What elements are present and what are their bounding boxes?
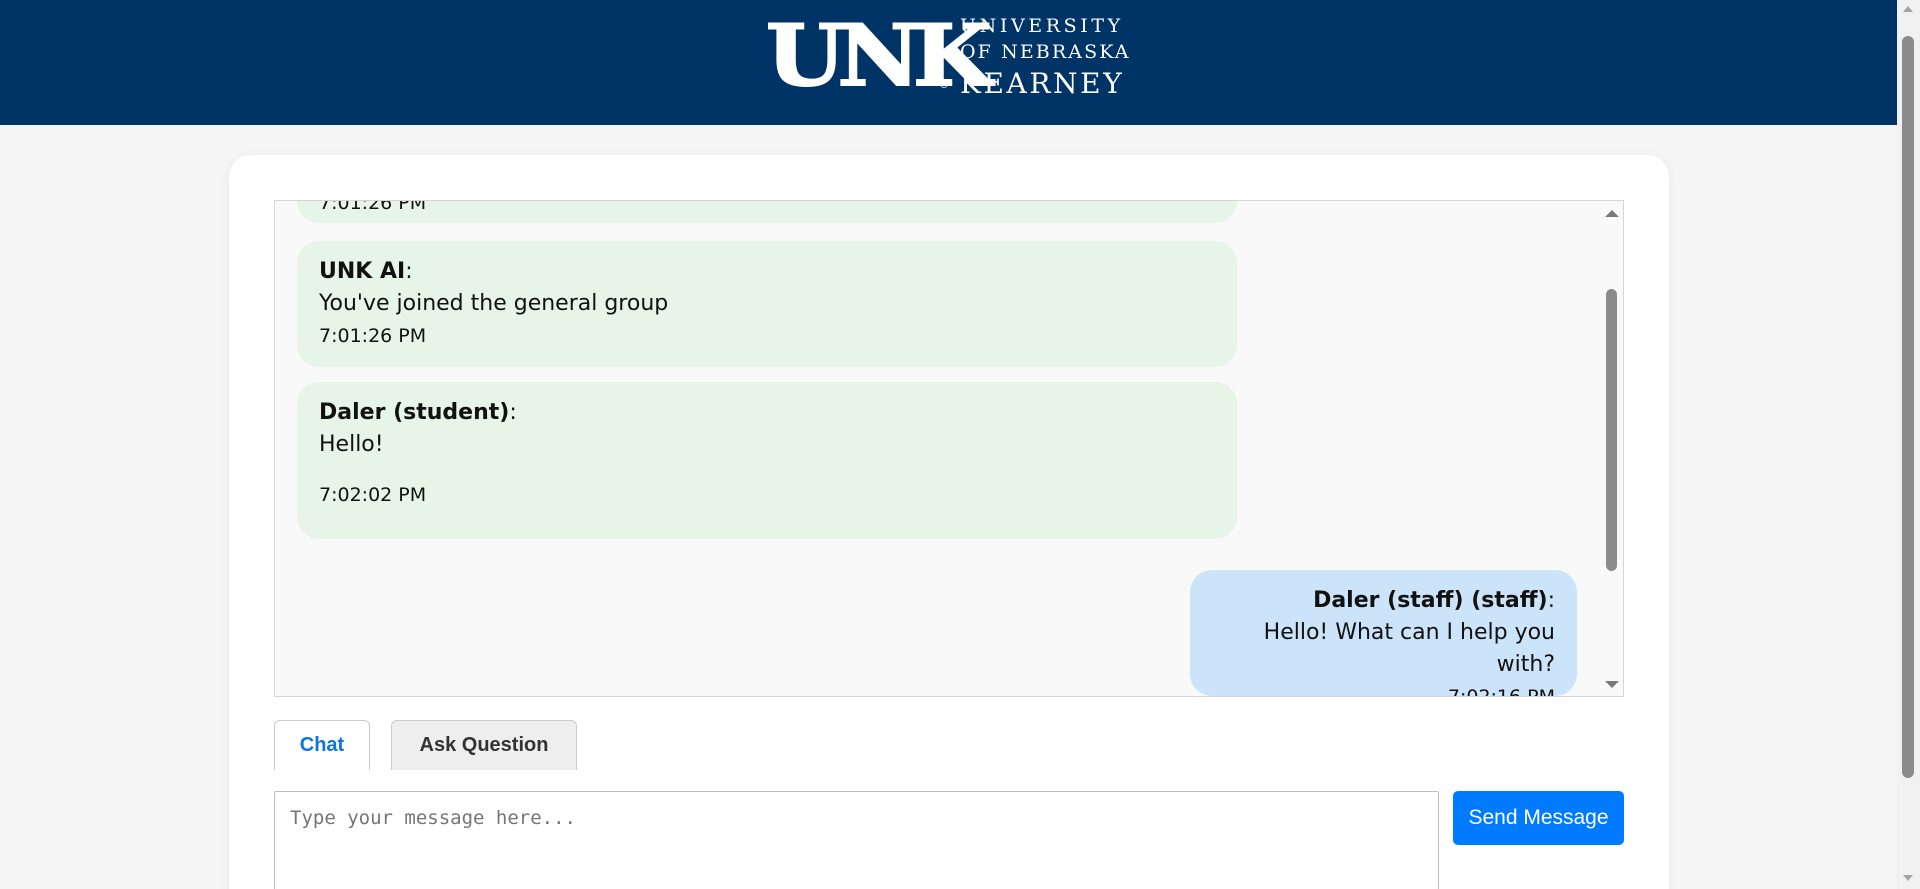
message-list[interactable]: 7:01:26 PM UNK AI: You've joined the gen…: [274, 200, 1624, 697]
logo-line-kearney: KEARNEY: [960, 67, 1125, 100]
tab-ask-question[interactable]: Ask Question: [391, 720, 577, 770]
message-time: 7:02:02 PM: [319, 484, 427, 506]
tab-chat[interactable]: Chat: [274, 720, 370, 770]
message-bubble: UNK AI: You've joined the general group …: [297, 241, 1237, 367]
site-header: UNK ® UNIVERSITY OF NEBRASKA KEARNEY: [0, 0, 1897, 125]
logo-line-of-nebraska: OF NEBRASKA: [960, 41, 1131, 63]
page-scrollbar[interactable]: [1897, 0, 1920, 889]
scroll-up-arrow-icon[interactable]: [1903, 6, 1913, 12]
message-sender-colon: :: [1547, 588, 1555, 613]
unk-logo[interactable]: UNK ® UNIVERSITY OF NEBRASKA KEARNEY: [765, 6, 1131, 105]
logo-mark: UNK: [765, 6, 993, 105]
message-text: Hello!: [319, 432, 384, 457]
scroll-down-arrow-icon[interactable]: [1903, 875, 1913, 881]
message-bubble-partial: 7:01:26 PM: [297, 200, 1237, 223]
send-message-button[interactable]: Send Message: [1453, 791, 1624, 845]
message-sender: UNK AI: [319, 259, 406, 284]
message-list-scrollbar[interactable]: [1598, 201, 1623, 696]
message-bubble: Daler (student): Hello! 7:02:02 PM: [297, 382, 1237, 539]
registered-mark: ®: [939, 80, 949, 91]
message-bubble-staff: Daler (staff) (staff): Hello! What can I…: [1190, 570, 1577, 696]
message-sender-colon: :: [405, 259, 413, 284]
page-scrollbar-thumb[interactable]: [1902, 36, 1914, 778]
message-text: Hello! What can I help you with?: [1263, 620, 1555, 677]
message-time: 7:01:26 PM: [319, 325, 427, 347]
message-time: 7:02:16 PM: [1447, 686, 1555, 697]
message-sender: Daler (staff) (staff): [1313, 588, 1548, 613]
message-text: You've joined the general group: [319, 291, 669, 316]
message-list-scrollbar-thumb[interactable]: [1606, 289, 1617, 571]
scroll-up-triangle-icon[interactable]: [1605, 210, 1619, 217]
logo-line-university: UNIVERSITY: [960, 15, 1124, 37]
message-time: 7:01:26 PM: [319, 200, 427, 214]
message-sender-colon: :: [509, 400, 517, 425]
scroll-down-triangle-icon[interactable]: [1605, 681, 1619, 688]
message-input[interactable]: [274, 791, 1439, 889]
message-sender: Daler (student): [319, 400, 510, 425]
